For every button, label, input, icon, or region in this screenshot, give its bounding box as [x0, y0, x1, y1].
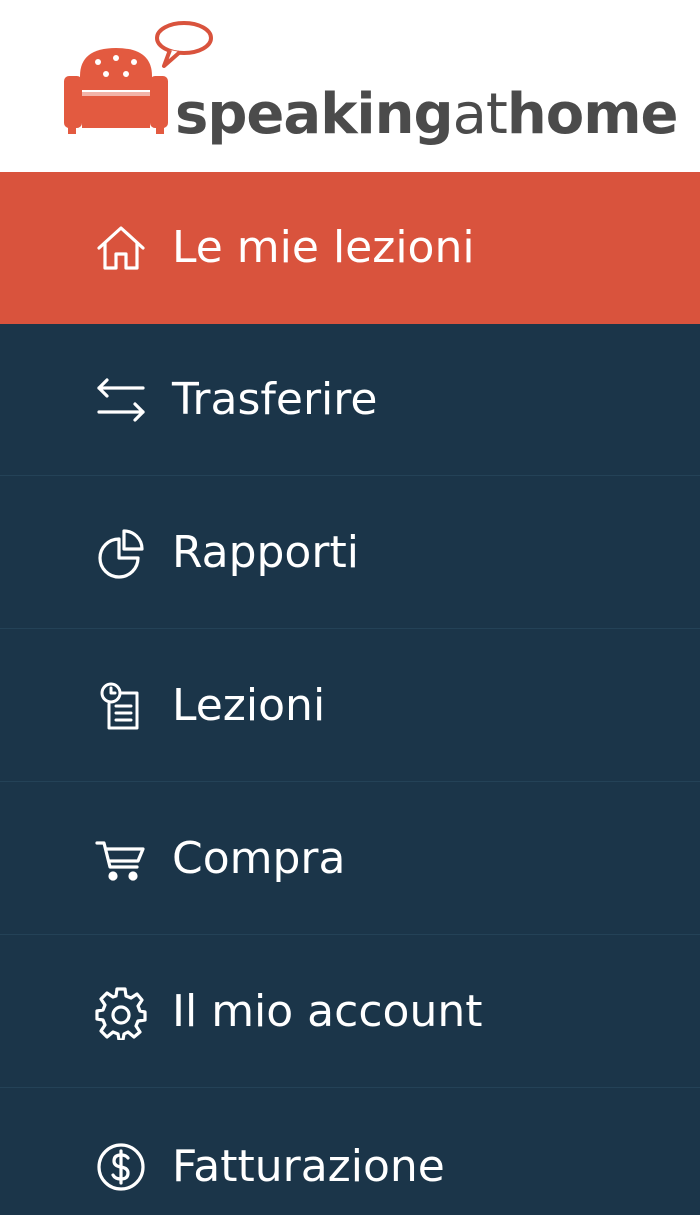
nav-item-trasferire[interactable]: Trasferire: [0, 324, 700, 476]
nav-label-compra: Compra: [172, 832, 346, 884]
nav-item-il-mio-account[interactable]: Il mio account: [0, 936, 700, 1088]
cart-icon: [93, 831, 149, 887]
nav-label-fatturazione: Fatturazione: [172, 1141, 445, 1192]
lessons-document-icon: [93, 678, 149, 734]
nav-item-rapporti[interactable]: Rapporti: [0, 477, 700, 629]
nav-label-le-mie-lezioni: Le mie lezioni: [172, 222, 475, 273]
dollar-coin-icon: [93, 1139, 149, 1195]
nav-item-lezioni[interactable]: Lezioni: [0, 630, 700, 782]
nav-item-fatturazione[interactable]: Fatturazione: [0, 1089, 700, 1215]
transfer-arrows-icon: [93, 372, 149, 428]
logo-bar: speakingathome: [0, 0, 700, 172]
brand-name-at: at: [452, 82, 508, 147]
nav-label-il-mio-account: Il mio account: [172, 985, 483, 1037]
nav-label-lezioni: Lezioni: [172, 679, 326, 731]
sidebar: speakingathome Le mie lezioni Trasferire: [0, 0, 700, 1215]
brand-wordmark: speakingathome: [175, 80, 679, 150]
gear-icon: [93, 984, 149, 1040]
home-icon: [93, 220, 149, 276]
pie-chart-icon: [93, 525, 149, 581]
nav-item-compra[interactable]: Compra: [0, 783, 700, 935]
brand-name-speaking: speaking: [175, 82, 454, 147]
nav-label-trasferire: Trasferire: [172, 373, 378, 425]
nav-label-rapporti: Rapporti: [172, 526, 359, 578]
nav-item-le-mie-lezioni[interactable]: Le mie lezioni: [0, 172, 700, 324]
brand-name-home: home: [506, 82, 679, 147]
